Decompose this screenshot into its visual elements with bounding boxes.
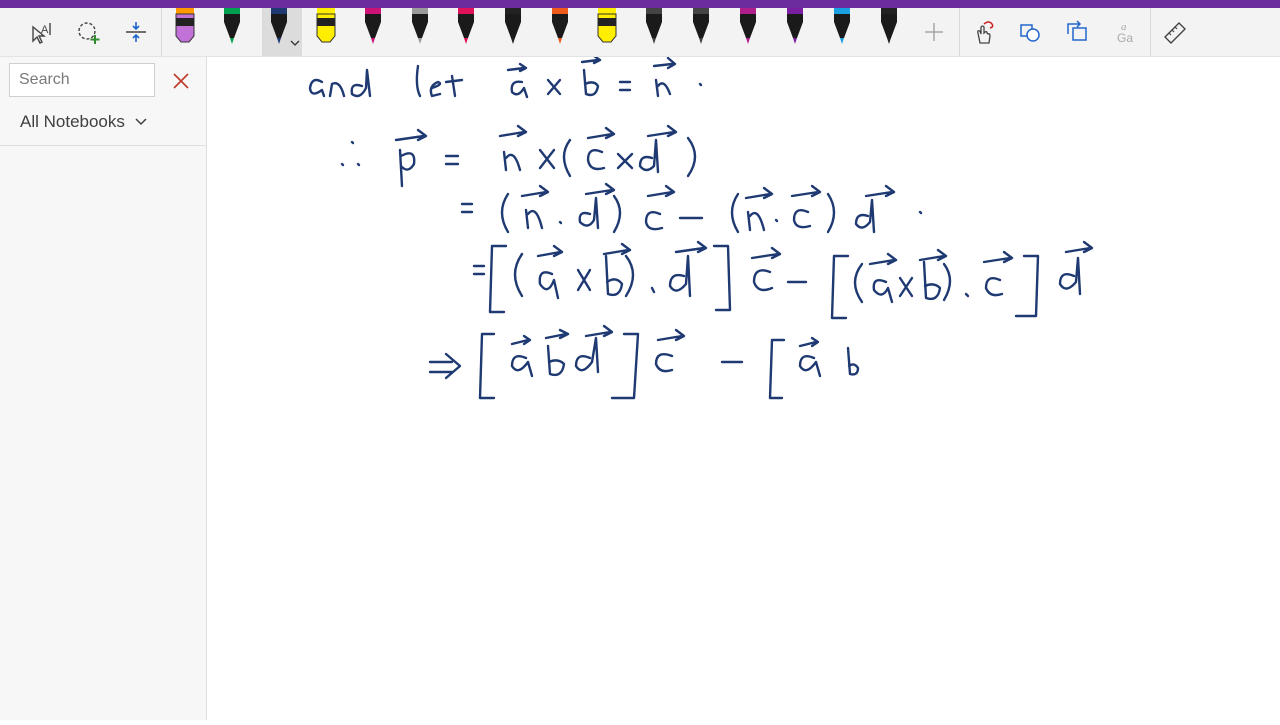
ink-to-text-icon: a Ga [1117,21,1133,45]
ruler-icon [1164,22,1186,44]
plus-icon [925,23,943,41]
close-icon [173,73,189,89]
toolbar-separator [1150,8,1151,56]
search-input[interactable] [9,63,155,97]
pen-icon [833,8,850,44]
touch-draw-icon [977,21,994,44]
ink-to-shape-icon [1020,24,1040,42]
chevron-down-icon [135,118,147,126]
highlighter-1[interactable] [168,8,202,56]
ruler-button[interactable] [1152,8,1198,56]
notebook-sidebar: All Notebooks [0,57,207,720]
ink-line-5 [428,324,860,400]
draw-toolbar: A a Ga [0,8,1280,57]
pen-11[interactable] [637,8,671,56]
toolbar-separator [161,8,162,56]
ink-line-1 [308,54,677,99]
notebook-filter-dropdown[interactable]: All Notebooks [20,109,147,135]
sidebar-divider [0,145,206,146]
pen-icon [505,8,522,44]
notebook-filter-label: All Notebooks [20,112,125,131]
lasso-add-button[interactable] [66,8,112,56]
lasso-add-icon [78,22,100,44]
lasso-select-button[interactable]: A [18,8,64,56]
highlighter-10[interactable] [590,8,624,56]
pen-icon [692,8,709,44]
close-search-button[interactable] [166,66,196,96]
insert-space-icon [126,22,146,42]
pen-2[interactable] [215,8,249,56]
touch-drawing-button[interactable] [960,8,1006,56]
pen-3[interactable] [261,8,302,56]
pen-icon [458,8,475,44]
add-space-button[interactable] [113,8,159,56]
pen-15[interactable] [825,8,859,56]
pen-icon [364,8,381,44]
pen-7[interactable] [449,8,483,56]
pen-icon [270,8,287,44]
svg-text:A: A [41,24,49,36]
ink-line-3 [460,182,896,234]
highlighter-icon [316,8,336,43]
highlighter-icon [175,8,195,43]
pen-8[interactable] [496,8,530,56]
pen-icon [786,8,803,44]
svg-text:Ga: Ga [1117,31,1133,45]
pen-icon [739,8,756,44]
ink-to-shape-button[interactable] [1007,8,1053,56]
add-pen-button[interactable] [911,8,957,56]
handwritten-ink [308,54,1094,400]
pen-13[interactable] [731,8,765,56]
ink-to-text-button[interactable]: a Ga [1103,8,1149,56]
highlighter-4[interactable] [309,8,343,56]
ink-replay-button[interactable] [1054,8,1100,56]
pen-icon [223,8,240,44]
pen-12[interactable] [684,8,718,56]
pen-14[interactable] [778,8,812,56]
pen-icon [880,8,897,44]
ink-replay-icon [1067,20,1087,41]
highlighter-icon [597,8,617,43]
ink-line-2 [340,124,697,188]
pen-16[interactable] [872,8,906,56]
pen-9[interactable] [543,8,577,56]
pen-icon [411,8,428,44]
note-canvas[interactable] [207,54,1280,720]
pen-icon [646,8,662,44]
lasso-text-select-icon: A [32,23,51,44]
title-accent-bar [0,0,1280,8]
ink-line-4 [472,240,1094,320]
pen-icon [552,8,569,44]
pen-5[interactable] [356,8,390,56]
pen-6[interactable] [403,8,437,56]
